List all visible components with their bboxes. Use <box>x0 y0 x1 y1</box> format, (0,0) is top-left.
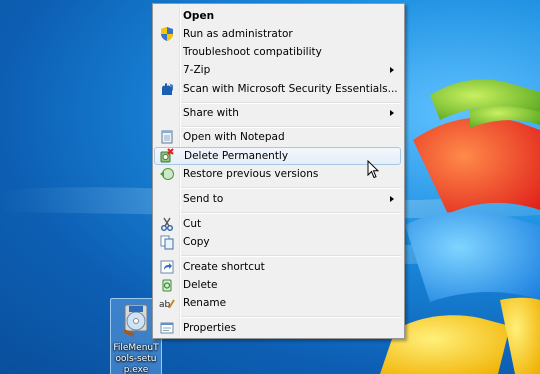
menu-item-open[interactable]: Open <box>155 7 402 25</box>
menu-item-delete[interactable]: Delete <box>155 276 402 294</box>
menu-item-label: Scan with Microsoft Security Essentials.… <box>183 83 398 95</box>
menu-item-7zip[interactable]: 7-Zip <box>155 61 402 79</box>
submenu-arrow-icon <box>390 196 394 202</box>
menu-item-label: Delete Permanently <box>184 150 289 162</box>
shortcut-icon <box>160 260 174 274</box>
menu-item-label: Troubleshoot compatibility <box>183 46 322 58</box>
menu-item-label: Rename <box>183 297 227 309</box>
mouse-cursor-icon <box>367 160 379 179</box>
menu-item-copy[interactable]: Copy <box>155 233 402 251</box>
submenu-arrow-icon <box>390 110 394 116</box>
uac-shield-icon <box>161 27 173 41</box>
menu-item-label: Restore previous versions <box>183 168 319 180</box>
menu-item-open-with-notepad[interactable]: Open with Notepad <box>155 128 402 146</box>
menu-item-label: Share with <box>183 107 239 119</box>
menu-item-restore-previous-versions[interactable]: Restore previous versions <box>155 165 402 183</box>
installer-cd-icon <box>124 304 148 337</box>
submenu-arrow-icon <box>390 67 394 73</box>
menu-item-label: Properties <box>183 322 237 334</box>
menu-item-rename[interactable]: ab Rename <box>155 294 402 312</box>
menu-item-troubleshoot-compatibility[interactable]: Troubleshoot compatibility <box>155 43 402 61</box>
menu-separator <box>181 212 401 214</box>
menu-item-label: Delete <box>183 279 218 291</box>
menu-item-properties[interactable]: Properties <box>155 319 402 337</box>
menu-separator <box>181 187 401 189</box>
scissors-icon <box>161 217 173 231</box>
menu-item-label: Open <box>183 10 215 22</box>
notepad-icon <box>161 130 173 144</box>
menu-item-create-shortcut[interactable]: Create shortcut <box>155 258 402 276</box>
rename-icon: ab <box>159 299 175 310</box>
copy-icon <box>160 235 174 250</box>
menu-item-label: Cut <box>183 218 202 230</box>
recycle-icon <box>162 279 172 292</box>
menu-item-share-with[interactable]: Share with <box>155 104 402 122</box>
menu-item-label: Copy <box>183 236 210 248</box>
menu-item-label: Create shortcut <box>183 261 265 273</box>
menu-separator <box>181 255 401 257</box>
properties-icon <box>160 322 174 334</box>
restore-icon <box>160 168 174 180</box>
menu-item-run-as-administrator[interactable]: Run as administrator <box>155 25 402 43</box>
desktop-file-label: FileMenuTools-setup.exe <box>113 343 159 374</box>
menu-item-label: Open with Notepad <box>183 131 285 143</box>
menu-item-scan-security-essentials[interactable]: Scan with Microsoft Security Essentials.… <box>155 80 402 98</box>
menu-item-label: Run as administrator <box>183 28 293 40</box>
security-essentials-icon <box>162 83 173 95</box>
delete-permanently-icon <box>160 148 174 163</box>
menu-item-label: Send to <box>183 193 224 205</box>
svg-text:ab: ab <box>159 300 171 310</box>
menu-item-label: 7-Zip <box>183 64 211 76</box>
menu-item-send-to[interactable]: Send to <box>155 190 402 208</box>
menu-separator <box>181 316 401 318</box>
menu-item-delete-permanently[interactable]: Delete Permanently <box>154 147 401 165</box>
menu-item-cut[interactable]: Cut <box>155 215 402 233</box>
